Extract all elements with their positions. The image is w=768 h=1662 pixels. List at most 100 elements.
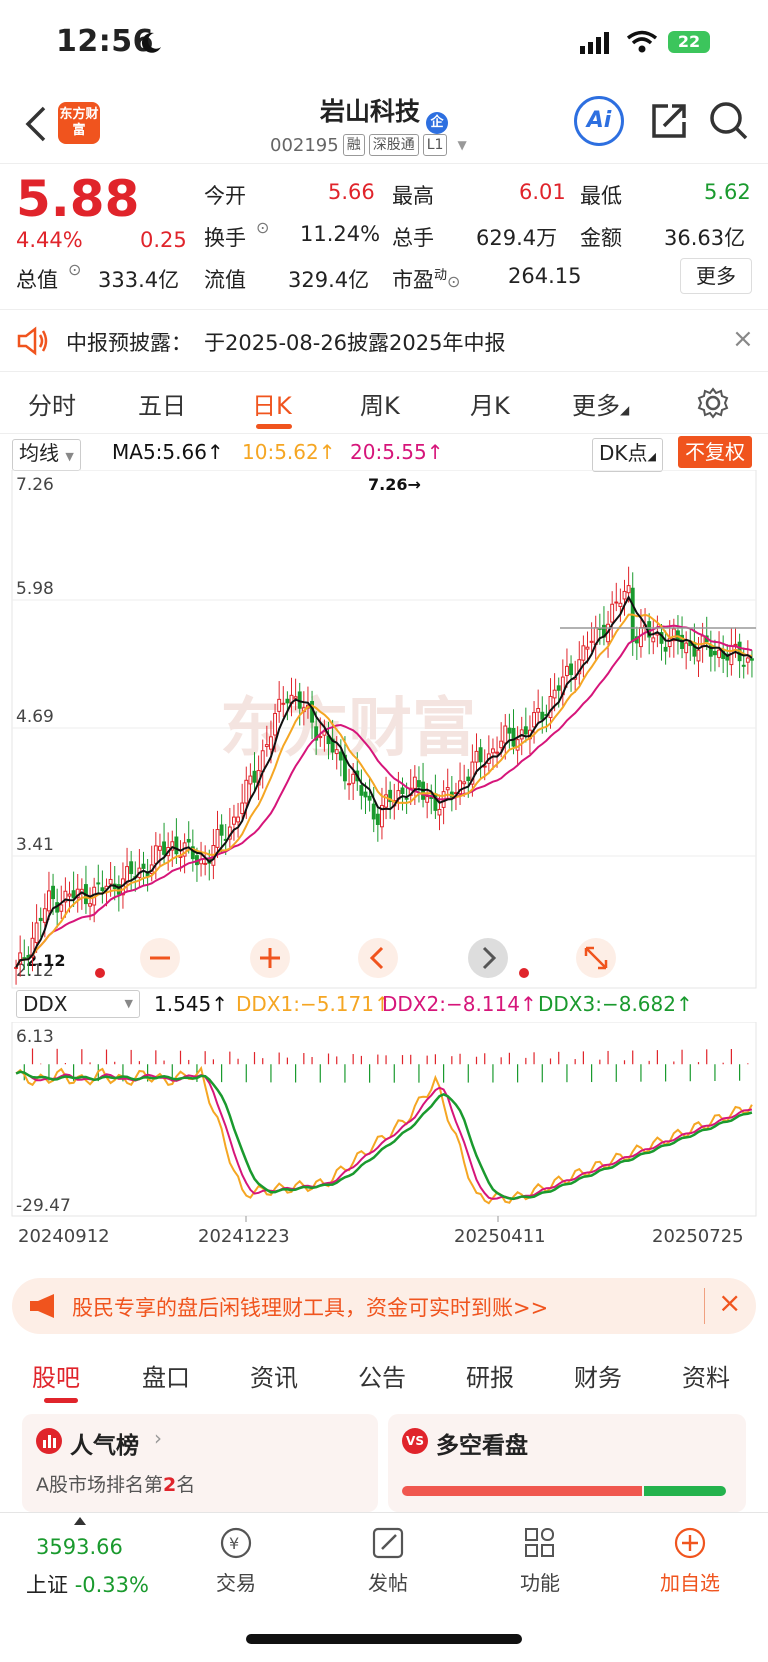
info-icon[interactable]: ⊙: [447, 272, 460, 291]
functions-button[interactable]: 功能: [490, 1525, 590, 1596]
tab-weekly-k[interactable]: 周K: [360, 386, 400, 421]
tab-monthly-k[interactable]: 月K: [470, 386, 510, 421]
pe-label-text: 市盈: [392, 268, 434, 292]
scroll-right-button[interactable]: [468, 938, 508, 978]
tab-research[interactable]: 研报: [466, 1358, 514, 1393]
candle-body: [125, 866, 129, 883]
candle-body: [536, 708, 541, 713]
indicator-select[interactable]: DDX ▼: [16, 990, 140, 1018]
last-price: 5.88: [16, 170, 140, 228]
candle-body: [462, 781, 467, 785]
legend-ddx3: DDX3:−8.682↑: [538, 992, 693, 1016]
kline-chart[interactable]: 东方财富 7.26 5.98 4.69 3.41 2.12 7.26→ 2.12: [0, 470, 768, 990]
tick-3-41: 3.41: [16, 835, 54, 855]
settings-icon[interactable]: [696, 386, 730, 420]
info-icon[interactable]: ⊙: [256, 218, 269, 237]
battery-level: 22: [677, 32, 701, 51]
stock-code: 002195: [270, 134, 339, 156]
period-tabs: 分时 五日 日K 周K 月K 更多◢: [0, 372, 768, 434]
scroll-left-button[interactable]: [358, 938, 398, 978]
float-value: 329.4亿: [288, 268, 370, 292]
candle-body: [162, 841, 166, 855]
candle-body: [425, 796, 430, 803]
ddx1-line: [15, 1065, 753, 1205]
tab-guba[interactable]: 股吧: [32, 1358, 80, 1393]
tab-five-day[interactable]: 五日: [138, 386, 186, 421]
pe-value: 264.15: [508, 264, 582, 288]
quote-panel: 5.88 4.44% 0.25 今开 5.66 最高 6.01 最低 5.62 …: [0, 164, 768, 310]
tab-more-label: 更多: [572, 392, 620, 420]
candle-body: [474, 750, 479, 763]
mcap-value: 333.4亿: [98, 268, 180, 292]
tab-finance[interactable]: 财务: [574, 1358, 622, 1393]
post-button[interactable]: 发帖: [338, 1525, 438, 1596]
candle-body: [158, 845, 162, 851]
indicator-select-label: DDX: [23, 992, 68, 1016]
index-row[interactable]: 上证 -0.33%: [26, 1569, 149, 1599]
info-icon[interactable]: ⊙: [68, 260, 81, 279]
vs-badge-text: VS: [406, 1434, 424, 1448]
grid-icon: [525, 1528, 554, 1557]
ad-banner[interactable]: 股民专享的盘后闲钱理财工具，资金可实时到账>> ×: [12, 1278, 756, 1334]
add-watchlist-button[interactable]: 加自选: [640, 1525, 740, 1596]
rank-chart-icon: [36, 1428, 62, 1454]
close-icon[interactable]: ×: [732, 324, 754, 354]
popularity-card[interactable]: 人气榜 › A股市场排名第2名: [22, 1414, 378, 1512]
active-tab-indicator: [256, 424, 292, 429]
ind-tick-top: 6.13: [16, 1027, 54, 1047]
index-value[interactable]: 3593.66: [36, 1535, 123, 1559]
tab-more[interactable]: 更多◢: [572, 386, 629, 421]
ma5-line: [15, 595, 753, 968]
candle-body: [203, 862, 208, 865]
candle-body: [347, 783, 351, 786]
search-icon[interactable]: [708, 100, 750, 142]
battery-icon: 22: [668, 31, 710, 53]
tab-intraday[interactable]: 分时: [28, 386, 76, 421]
candle-body: [478, 747, 483, 763]
popularity-rank-text: A股市场排名第2名: [36, 1470, 195, 1497]
candle-body: [717, 649, 721, 658]
candle-body: [400, 787, 405, 794]
share-icon[interactable]: [648, 100, 690, 142]
tab-pankou[interactable]: 盘口: [142, 1358, 190, 1393]
ma-select[interactable]: 均线 ▼: [12, 439, 81, 471]
candle-body: [412, 776, 417, 789]
tab-announcement[interactable]: 公告: [358, 1358, 406, 1393]
candle-body: [503, 725, 508, 744]
candle-body: [750, 658, 754, 661]
bull-bear-title: 多空看盘: [436, 1433, 528, 1459]
ddx-chart[interactable]: 6.13 -29.47 20240912 20241223 20250411 2…: [0, 1022, 768, 1268]
tab-profile[interactable]: 资料: [682, 1358, 730, 1393]
home-indicator: [246, 1634, 522, 1644]
enterprise-badge-icon: 企: [426, 112, 448, 134]
candle-body: [589, 640, 594, 643]
candle-body: [232, 816, 236, 825]
ai-button[interactable]: Ai: [574, 96, 624, 146]
tag-level[interactable]: L1: [422, 134, 448, 156]
chevron-down-icon[interactable]: ▼: [457, 138, 466, 152]
candle-body: [552, 689, 557, 699]
tag-connect: 深股通: [368, 134, 419, 156]
mcap-label: 总值: [16, 268, 58, 292]
dk-point-select[interactable]: DK点◢: [592, 438, 663, 472]
date-label-1: 20241223: [198, 1226, 290, 1247]
candle-body: [42, 908, 47, 923]
more-button[interactable]: 更多: [680, 258, 752, 294]
dot-marker: [519, 968, 529, 978]
candle-body: [240, 802, 245, 815]
tab-news[interactable]: 资讯: [250, 1358, 298, 1393]
popularity-title: 人气榜: [70, 1433, 139, 1459]
candle-body: [491, 748, 495, 754]
candle-body: [338, 751, 343, 761]
notice-bar[interactable]: 中报预披露： 于2025-08-26披露2025年中报 ×: [0, 310, 768, 372]
bull-bear-card[interactable]: VS 多空看盘: [388, 1414, 746, 1512]
adjust-button[interactable]: 不复权: [678, 436, 752, 468]
wifi-icon: [626, 30, 658, 53]
candle-body: [696, 649, 701, 662]
trade-button[interactable]: ¥ 交易: [186, 1525, 286, 1596]
close-icon[interactable]: ×: [718, 1286, 741, 1319]
tab-daily-k[interactable]: 日K: [252, 386, 292, 421]
tag-margin: 融: [342, 134, 365, 156]
rank-suffix: 名: [176, 1474, 196, 1496]
date-label-0: 20240912: [18, 1226, 110, 1247]
